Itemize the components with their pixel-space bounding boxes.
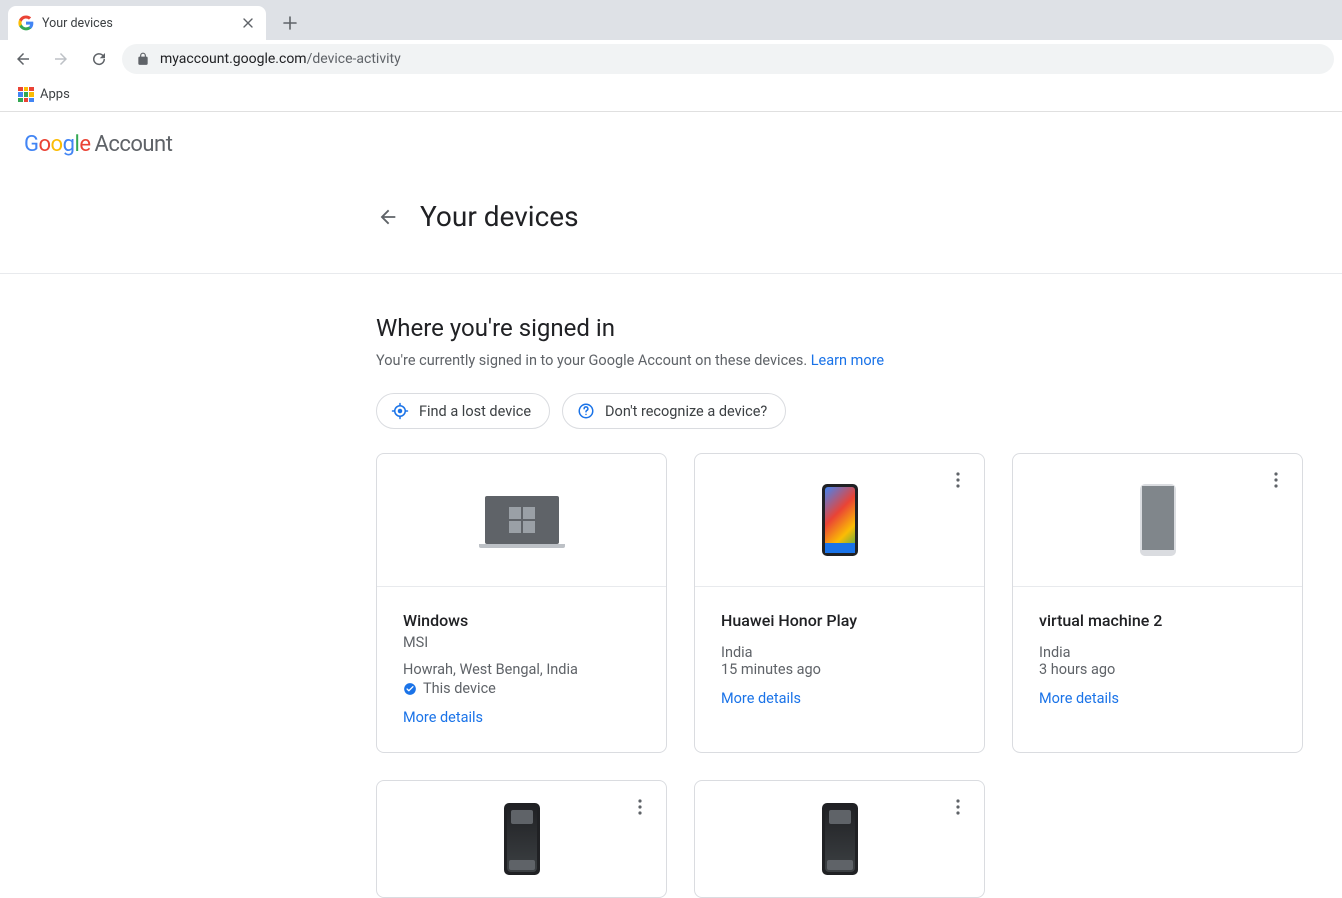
address-bar[interactable]: myaccount.google.com/device-activity (122, 44, 1334, 74)
page-content: Your devices (0, 176, 1342, 233)
device-name: Huawei Honor Play (721, 611, 958, 630)
page-title: Your devices (420, 200, 579, 233)
device-subtitle: MSI (403, 634, 640, 651)
help-icon (577, 402, 595, 420)
laptop-icon (485, 496, 559, 544)
find-lost-device-chip[interactable]: Find a lost device (376, 393, 550, 429)
main-section: Where you're signed in You're currently … (0, 274, 1342, 898)
device-card: Windows MSI Howrah, West Bengal, India T… (376, 453, 667, 753)
device-image (377, 454, 666, 587)
app-header: GoogleAccount (0, 112, 1342, 176)
url-text: myaccount.google.com/device-activity (160, 51, 401, 67)
reload-button[interactable] (84, 44, 114, 74)
phone-icon (1140, 484, 1176, 556)
favicon-google-icon (18, 15, 34, 31)
target-icon (391, 402, 409, 420)
learn-more-link[interactable]: Learn more (811, 352, 884, 369)
device-location: Howrah, West Bengal, India (403, 661, 640, 678)
chip-label: Find a lost device (419, 403, 531, 420)
device-time: 15 minutes ago (721, 661, 958, 678)
device-card: virtual machine 2 India 3 hours ago More… (1012, 453, 1303, 753)
unknown-device-chip[interactable]: Don't recognize a device? (562, 393, 786, 429)
apps-grid-icon (18, 87, 34, 103)
device-card (376, 780, 667, 898)
device-name: Windows (403, 611, 640, 630)
nav-forward-button[interactable] (46, 44, 76, 74)
browser-tab-strip: Your devices (0, 0, 1342, 40)
device-image (695, 781, 984, 897)
more-details-link[interactable]: More details (721, 690, 801, 707)
tab-title: Your devices (42, 16, 232, 31)
google-account-logo[interactable]: GoogleAccount (24, 132, 172, 157)
bookmark-apps[interactable]: Apps (12, 83, 76, 107)
section-title: Where you're signed in (376, 314, 1342, 342)
check-circle-icon (403, 682, 417, 696)
more-details-link[interactable]: More details (1039, 690, 1119, 707)
device-card (694, 780, 985, 898)
lock-icon (136, 52, 150, 66)
new-tab-button[interactable] (276, 9, 304, 37)
device-time: 3 hours ago (1039, 661, 1276, 678)
device-card: Huawei Honor Play India 15 minutes ago M… (694, 453, 985, 753)
bookmark-apps-label: Apps (40, 87, 70, 102)
device-image (377, 781, 666, 897)
device-image (695, 454, 984, 587)
nav-back-button[interactable] (8, 44, 38, 74)
device-name: virtual machine 2 (1039, 611, 1276, 630)
phone-icon (822, 484, 858, 556)
device-location: India (721, 644, 958, 661)
phone-icon (822, 803, 858, 875)
device-image (1013, 454, 1302, 587)
device-location: India (1039, 644, 1276, 661)
browser-tab[interactable]: Your devices (8, 6, 266, 40)
section-subtitle: You're currently signed in to your Googl… (376, 352, 1342, 369)
chip-label: Don't recognize a device? (605, 403, 767, 420)
phone-icon (504, 803, 540, 875)
close-tab-button[interactable] (240, 15, 256, 31)
more-details-link[interactable]: More details (403, 709, 483, 726)
bookmarks-bar: Apps (0, 78, 1342, 112)
this-device-badge: This device (403, 680, 640, 697)
back-arrow-button[interactable] (376, 205, 400, 229)
browser-toolbar: myaccount.google.com/device-activity (0, 40, 1342, 78)
